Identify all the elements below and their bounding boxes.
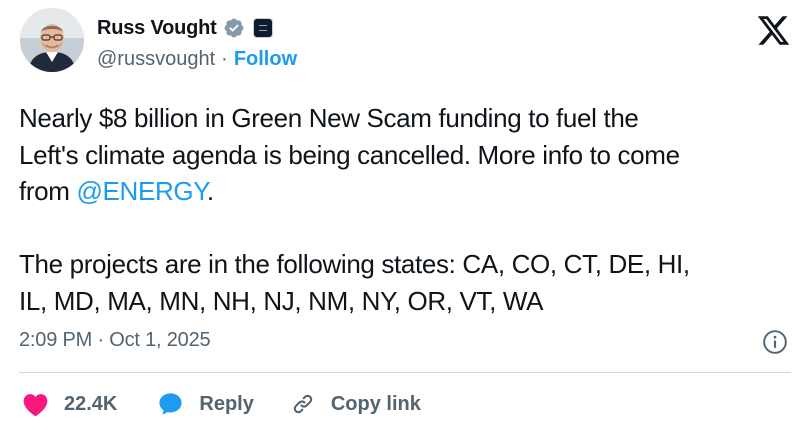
handle-row: @russvought · Follow <box>97 48 297 71</box>
copy-link-label: Copy link <box>330 392 421 415</box>
author-name-row: Russ Vought <box>97 15 273 41</box>
tweet-text: Nearly $8 billion in Green New Scam fund… <box>19 100 799 319</box>
tweet-timestamp[interactable]: 2:09 PM · Oct 1, 2025 <box>19 329 211 352</box>
speech-bubble-icon <box>159 393 182 415</box>
author-handle[interactable]: @russvought <box>97 48 215 71</box>
avatar[interactable] <box>20 8 84 72</box>
tweet-line: IL, MD, MA, MN, NH, NJ, NM, NY, OR, VT, … <box>19 285 544 316</box>
x-logo-icon[interactable] <box>755 13 792 48</box>
heart-icon <box>23 393 48 416</box>
mention-link[interactable]: @ENERGY <box>76 176 207 206</box>
tweet-line-text: . <box>206 176 214 206</box>
tweet-line-text: Left's climate agenda is being cancelled… <box>19 139 680 170</box>
reply-label: Reply <box>199 392 254 415</box>
action-bar: 22.4K Reply Copy link <box>19 388 421 420</box>
like-count: 22.4K <box>64 392 118 415</box>
tweet-line: Nearly $8 billion in Green New Scam fund… <box>19 103 639 133</box>
tweet-line: The projects are in the following states… <box>19 249 690 279</box>
tweet-line: from @ENERGY. <box>19 173 799 210</box>
author-name[interactable]: Russ Vought <box>97 17 217 40</box>
link-icon <box>293 394 313 414</box>
follow-button[interactable]: Follow <box>234 48 297 71</box>
like-button[interactable]: 22.4K <box>22 392 117 417</box>
separator-dot: · <box>221 48 228 70</box>
info-icon[interactable] <box>762 329 788 355</box>
tweet-card: Russ Vought @russvought · Follow Nearly … <box>0 0 808 430</box>
affiliate-badge-icon[interactable] <box>252 18 273 38</box>
copy-link-button[interactable]: Copy link <box>290 391 421 417</box>
tweet-line-text: from <box>19 176 77 206</box>
tweet-line: Left's climate agenda is being cancelled… <box>19 137 799 174</box>
reply-button[interactable]: Reply <box>157 391 254 417</box>
verified-badge-icon <box>224 18 244 38</box>
divider <box>19 372 791 373</box>
